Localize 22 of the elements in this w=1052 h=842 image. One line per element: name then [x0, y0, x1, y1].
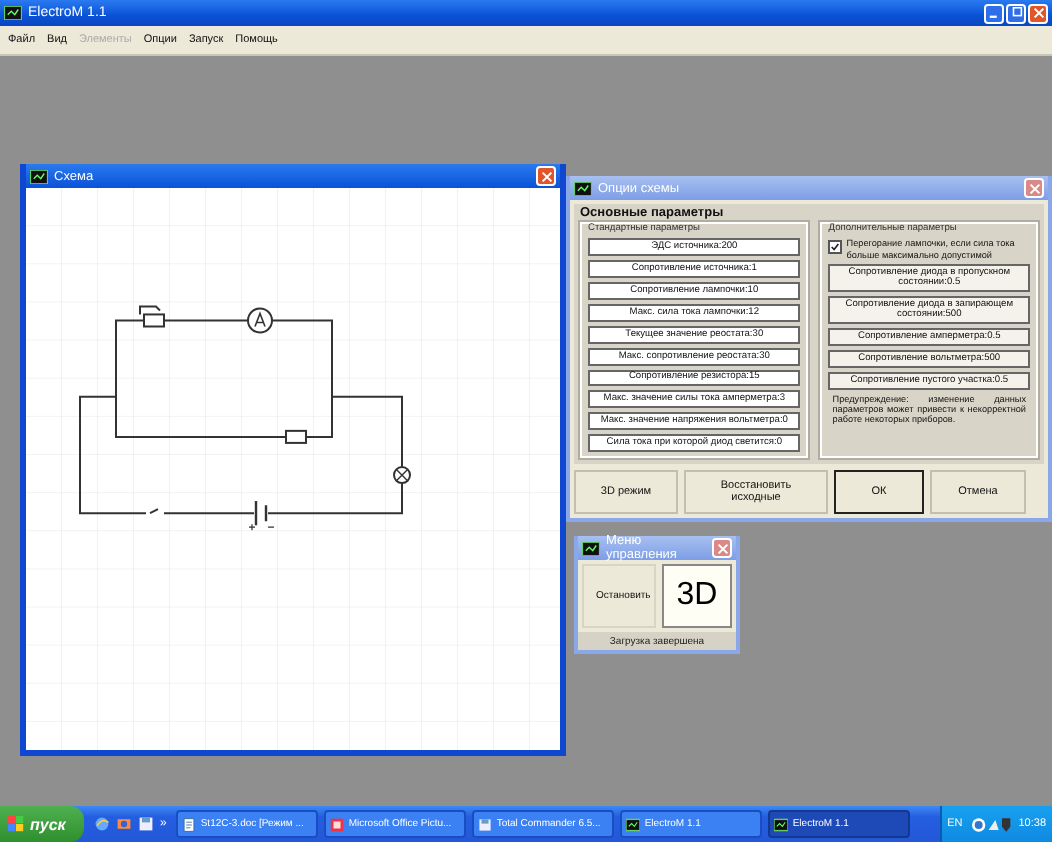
close-icon — [715, 541, 729, 555]
browser-icon[interactable] — [94, 816, 110, 832]
picture-icon — [330, 817, 345, 831]
app-icon — [774, 817, 789, 831]
app-icon — [574, 181, 592, 195]
maximize-button[interactable] — [1006, 3, 1026, 23]
close-icon — [1031, 6, 1045, 20]
app-icon — [582, 541, 600, 555]
minimize-button[interactable] — [984, 3, 1004, 23]
close-icon — [1027, 181, 1041, 195]
windows-logo-icon — [8, 816, 24, 832]
app-icon — [4, 6, 22, 20]
app-icon — [30, 169, 48, 183]
app-icon — [626, 817, 641, 831]
close-button[interactable] — [1028, 3, 1048, 23]
save-icon[interactable] — [138, 816, 154, 832]
close-button[interactable] — [536, 166, 556, 186]
3d-button[interactable]: 3D — [662, 564, 732, 628]
close-icon — [539, 169, 553, 183]
document-icon — [182, 817, 197, 831]
checkbox[interactable] — [828, 240, 843, 255]
maximize-icon — [1009, 6, 1023, 20]
